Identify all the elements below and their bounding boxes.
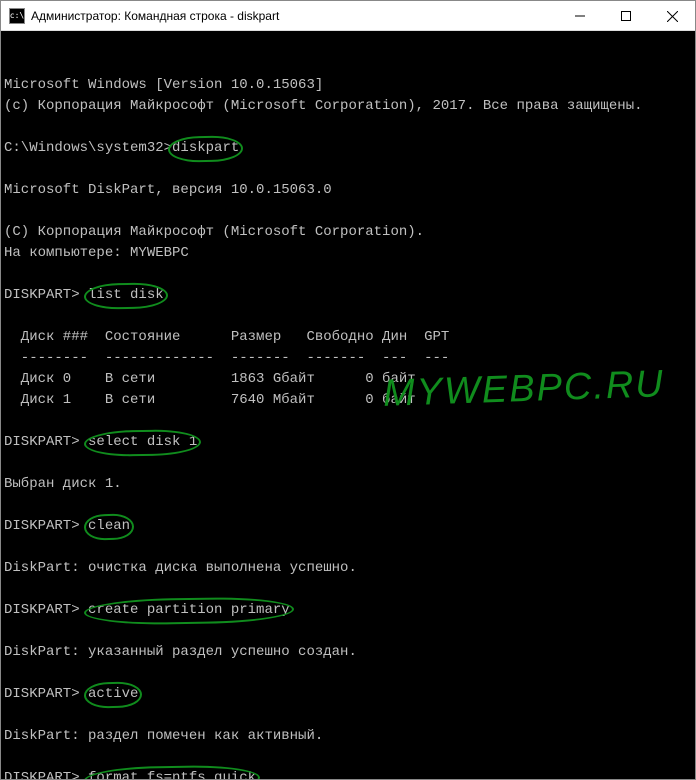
terminal-line bbox=[4, 117, 692, 138]
terminal-line bbox=[4, 411, 692, 432]
window-controls bbox=[557, 1, 695, 30]
command-prompt-window: c:\ Администратор: Командная строка - di… bbox=[0, 0, 696, 780]
terminal-line bbox=[4, 306, 692, 327]
terminal-line bbox=[4, 621, 692, 642]
prompt-text: DISKPART> bbox=[4, 434, 88, 450]
command-text: format fs=ntfs quick bbox=[88, 768, 256, 779]
terminal-line: -------- ------------- ------- ------- -… bbox=[4, 348, 692, 369]
command-text: clean bbox=[88, 516, 130, 537]
terminal-line: Выбран диск 1. bbox=[4, 474, 692, 495]
titlebar[interactable]: c:\ Администратор: Командная строка - di… bbox=[1, 1, 695, 31]
terminal-line bbox=[4, 537, 692, 558]
close-button[interactable] bbox=[649, 1, 695, 31]
terminal-line: (c) Корпорация Майкрософт (Microsoft Cor… bbox=[4, 96, 692, 117]
command-text: select disk 1 bbox=[88, 432, 197, 453]
command-text: create partition primary bbox=[88, 600, 290, 621]
terminal-line: DISKPART> active bbox=[4, 684, 692, 705]
maximize-icon bbox=[621, 11, 631, 21]
terminal-line bbox=[4, 201, 692, 222]
prompt-text: DISKPART> bbox=[4, 287, 88, 303]
terminal-line bbox=[4, 747, 692, 768]
terminal-line: DiskPart: раздел помечен как активный. bbox=[4, 726, 692, 747]
close-icon bbox=[667, 11, 678, 22]
command-text: diskpart bbox=[172, 138, 239, 159]
terminal-line bbox=[4, 663, 692, 684]
terminal-line bbox=[4, 159, 692, 180]
terminal-line: DISKPART> create partition primary bbox=[4, 600, 692, 621]
terminal-line: Диск ### Состояние Размер Свободно Дин G… bbox=[4, 327, 692, 348]
minimize-button[interactable] bbox=[557, 1, 603, 31]
command-text: list disk bbox=[88, 285, 164, 306]
cmd-icon-label: c:\ bbox=[10, 11, 24, 20]
prompt-text: DISKPART> bbox=[4, 686, 88, 702]
terminal-line: На компьютере: MYWEBPC bbox=[4, 243, 692, 264]
prompt-text: DISKPART> bbox=[4, 770, 88, 779]
terminal-output[interactable]: Microsoft Windows [Version 10.0.15063](c… bbox=[1, 31, 695, 779]
maximize-button[interactable] bbox=[603, 1, 649, 31]
terminal-line bbox=[4, 705, 692, 726]
terminal-line: DiskPart: очистка диска выполнена успешн… bbox=[4, 558, 692, 579]
terminal-line: C:\Windows\system32>diskpart bbox=[4, 138, 692, 159]
terminal-line: DiskPart: указанный раздел успешно созда… bbox=[4, 642, 692, 663]
prompt-text: DISKPART> bbox=[4, 518, 88, 534]
terminal-line: Microsoft DiskPart, версия 10.0.15063.0 bbox=[4, 180, 692, 201]
terminal-line bbox=[4, 453, 692, 474]
terminal-line: Диск 1 В сети 7640 Mбайт 0 байт bbox=[4, 390, 692, 411]
terminal-line bbox=[4, 495, 692, 516]
minimize-icon bbox=[575, 11, 585, 21]
prompt-text: DISKPART> bbox=[4, 602, 88, 618]
terminal-line: (C) Корпорация Майкрософт (Microsoft Cor… bbox=[4, 222, 692, 243]
terminal-line: DISKPART> clean bbox=[4, 516, 692, 537]
cmd-icon: c:\ bbox=[9, 8, 25, 24]
terminal-line: Microsoft Windows [Version 10.0.15063] bbox=[4, 75, 692, 96]
window-title: Администратор: Командная строка - diskpa… bbox=[31, 9, 557, 23]
terminal-line: Диск 0 В сети 1863 Gбайт 0 байт bbox=[4, 369, 692, 390]
terminal-line: DISKPART> select disk 1 bbox=[4, 432, 692, 453]
prompt-text: C:\Windows\system32> bbox=[4, 140, 172, 156]
command-text: active bbox=[88, 684, 138, 705]
terminal-line: DISKPART> format fs=ntfs quick bbox=[4, 768, 692, 779]
terminal-line bbox=[4, 579, 692, 600]
terminal-line: DISKPART> list disk bbox=[4, 285, 692, 306]
terminal-line bbox=[4, 264, 692, 285]
